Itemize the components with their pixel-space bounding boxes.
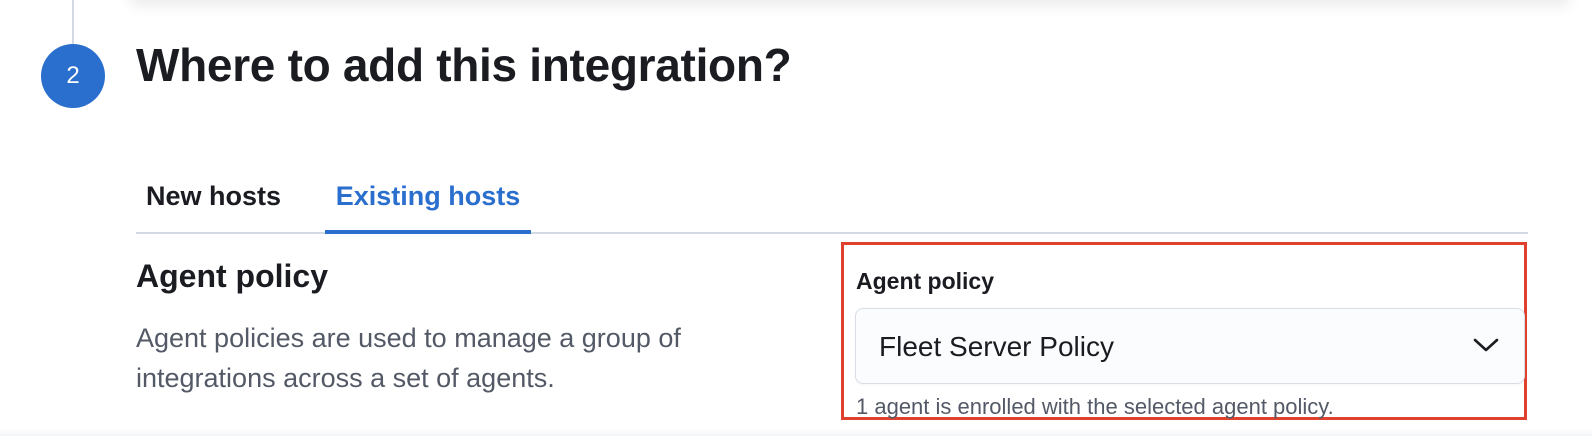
agent-policy-section-title: Agent policy bbox=[136, 258, 329, 294]
host-tabs: New hosts Existing hosts bbox=[136, 160, 1528, 234]
agent-policy-selected-value: Fleet Server Policy bbox=[879, 331, 1114, 362]
chevron-down-icon bbox=[1473, 338, 1499, 352]
step-number-badge: 2 bbox=[41, 44, 105, 108]
agent-policy-section-description: Agent policies are used to manage a grou… bbox=[136, 323, 681, 393]
step-title: Where to add this integration? bbox=[136, 39, 792, 91]
agent-policy-help-text: 1 agent is enrolled with the selected ag… bbox=[856, 394, 1334, 419]
agent-policy-field-label: Agent policy bbox=[856, 268, 995, 294]
bottom-fade bbox=[0, 428, 1592, 436]
step-connector-line bbox=[72, 0, 74, 45]
tab-new-hosts[interactable]: New hosts bbox=[136, 160, 291, 232]
agent-policy-select[interactable]: Fleet Server Policy bbox=[855, 308, 1525, 384]
page: 2 Where to add this integration? New hos… bbox=[0, 0, 1592, 436]
tab-existing-hosts[interactable]: Existing hosts bbox=[325, 160, 531, 234]
